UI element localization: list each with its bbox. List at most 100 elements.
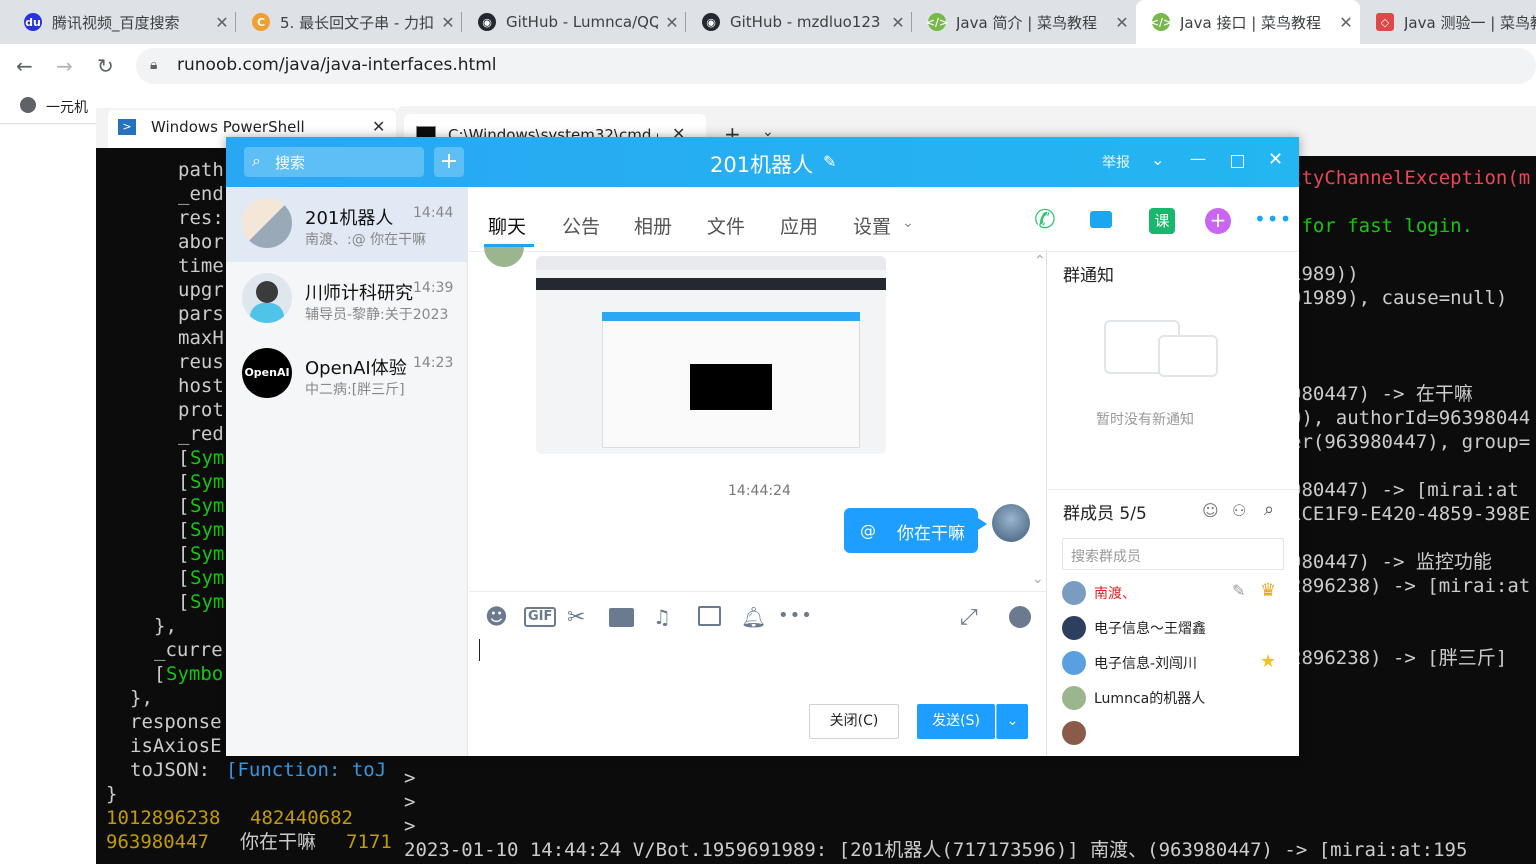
members-title: 群成员 5/5: [1063, 504, 1147, 524]
tab-settings[interactable]: 设置: [853, 212, 891, 239]
terminal-line: pars: [178, 303, 224, 325]
member-item[interactable]: 电子信息-刘闯川 ★: [1062, 651, 1292, 681]
folder-icon[interactable]: [609, 608, 634, 627]
close-tab-icon[interactable]: ✕: [1332, 13, 1360, 32]
browser-tab-7[interactable]: ◇ Java 测验一 | 菜鸟教: [1360, 0, 1536, 44]
member-item[interactable]: Lumnca的机器人: [1062, 686, 1292, 716]
tab-apps[interactable]: 应用: [780, 212, 818, 239]
gif-icon[interactable]: GIF: [524, 607, 557, 627]
forward-arrow-icon[interactable]: →: [56, 54, 73, 78]
message-text: 你在干嘛: [897, 524, 965, 544]
tab-chat[interactable]: 聊天: [488, 212, 526, 239]
bell-icon[interactable]: 🔔︎: [741, 605, 766, 629]
browser-tab-title: Java 测验一 | 菜鸟教: [1404, 13, 1536, 32]
terminal-line: 91989), cause=null): [1290, 287, 1508, 309]
notice-title: 群通知: [1063, 266, 1114, 286]
more-icon[interactable]: •••: [1254, 207, 1292, 231]
terminal-line: 980447) -> [mirai:at: [1290, 479, 1519, 501]
runoob-icon: </>: [1150, 13, 1172, 31]
reload-icon[interactable]: ↻: [97, 54, 114, 78]
more-icon[interactable]: •••: [778, 605, 813, 626]
send-button[interactable]: 发送(S): [917, 704, 995, 739]
member-item[interactable]: 电子信息～王熠鑫: [1062, 616, 1292, 646]
add-member-icon[interactable]: ⚇: [1232, 501, 1246, 520]
bookmark-item[interactable]: 一元机: [46, 97, 88, 117]
member-avatar: [1062, 721, 1086, 745]
search-icon: ⌕: [252, 151, 261, 170]
terminal-line: [: [178, 471, 190, 493]
browser-tab-4[interactable]: ◉ GitHub - mzdluo123 ✕: [686, 0, 912, 44]
minimize-icon[interactable]: —: [1190, 149, 1206, 168]
member-manage-icon[interactable]: ☺: [1202, 501, 1219, 520]
message-input[interactable]: [469, 627, 1046, 697]
browser-tab-title: Java 简介 | 菜鸟教程: [956, 13, 1098, 32]
close-tab-icon[interactable]: ✕: [884, 13, 912, 32]
member-item[interactable]: 南渡、 ✎ ♛: [1062, 580, 1292, 611]
conversation-preview: 南渡、:@ 你在干嘛: [305, 232, 427, 248]
terminal-line: }: [106, 783, 118, 805]
course-icon[interactable]: 课: [1149, 208, 1175, 234]
browser-tab-5[interactable]: </> Java 简介 | 菜鸟教程 ✕: [912, 0, 1136, 44]
close-tab-icon[interactable]: ✕: [208, 13, 236, 32]
edit-pencil-icon[interactable]: ✎: [823, 152, 836, 171]
terminal-line: },: [130, 687, 153, 709]
plus-circle-icon[interactable]: +: [1205, 208, 1231, 234]
edit-pencil-icon[interactable]: ✎: [1232, 581, 1245, 600]
member-search-input[interactable]: 搜索群成员: [1062, 538, 1284, 570]
conversation-time: 14:39: [413, 280, 454, 296]
terminal-symbol-line: Sym: [190, 495, 225, 517]
close-icon[interactable]: ✕: [1268, 149, 1283, 170]
terminal-line: response: [130, 711, 222, 733]
member-avatar: [1062, 651, 1086, 675]
collapse-down-icon[interactable]: ⌄: [1032, 571, 1044, 587]
search-icon[interactable]: ⌕: [1264, 499, 1274, 520]
member-avatar: [1062, 581, 1086, 605]
browser-tab-1[interactable]: du 腾讯视频_百度搜索 ✕: [8, 0, 236, 44]
chevron-down-icon[interactable]: ⌄: [902, 215, 914, 231]
close-button[interactable]: 关闭(C): [809, 704, 899, 739]
terminal-line: reus: [178, 351, 224, 373]
empty-notice-illustration: [1158, 335, 1218, 377]
chevron-down-icon[interactable]: ⌄: [1151, 150, 1164, 169]
image-icon[interactable]: [698, 606, 721, 626]
url-text[interactable]: runoob.com/java/java-interfaces.html: [177, 55, 496, 75]
back-arrow-icon[interactable]: ←: [16, 54, 33, 78]
terminal-line: prot: [178, 399, 224, 421]
maximize-icon[interactable]: [1231, 155, 1244, 168]
send-options-chevron-icon[interactable]: ⌄: [996, 704, 1028, 739]
terminal-line: [: [178, 543, 190, 565]
tab-album[interactable]: 相册: [634, 212, 672, 239]
terminal-line: 980447) -> 监控功能: [1290, 551, 1492, 573]
collapse-up-icon[interactable]: ⌃: [1034, 253, 1046, 269]
conversation-list: 201机器人 14:44 南渡、:@ 你在干嘛 川师计科研究 14:39 辅导员…: [226, 187, 468, 756]
close-tab-icon[interactable]: ✕: [658, 13, 686, 32]
music-icon[interactable]: ♫: [653, 605, 671, 629]
conversation-item[interactable]: OpenAI OpenAI体验 14:23 中二病:[胖三斤]: [226, 337, 468, 412]
image-message[interactable]: [536, 256, 886, 454]
add-plus-button[interactable]: +: [434, 147, 464, 177]
browser-tab-2[interactable]: C 5. 最长回文子串 - 力扣 ✕: [236, 0, 462, 44]
tab-files[interactable]: 文件: [707, 212, 745, 239]
qq-search-box[interactable]: ⌕ 搜索: [244, 147, 424, 177]
star-badge-icon: ★: [1260, 651, 1277, 672]
tab-notice[interactable]: 公告: [562, 212, 600, 239]
close-tab-icon[interactable]: ✕: [434, 13, 462, 32]
conversation-name: 川师计科研究: [305, 283, 413, 304]
phone-icon[interactable]: ✆: [1034, 205, 1056, 235]
member-item[interactable]: [1062, 721, 1292, 751]
conversation-item[interactable]: 川师计科研究 14:39 辅导员-黎静:关于2023: [226, 262, 468, 337]
history-clock-icon[interactable]: [1009, 606, 1031, 628]
my-avatar: [992, 504, 1030, 542]
conversation-item[interactable]: 201机器人 14:44 南渡、:@ 你在干嘛: [226, 187, 468, 262]
report-link[interactable]: 举报: [1102, 152, 1130, 172]
terminal-line: 7171: [346, 831, 392, 853]
terminal-symbol-line: Sym: [190, 471, 225, 493]
video-icon[interactable]: [1090, 211, 1112, 228]
close-tab-icon[interactable]: ✕: [372, 117, 385, 136]
browser-tab-3[interactable]: ◉ GitHub - Lumnca/QQ ✕: [462, 0, 686, 44]
terminal-symbol-line: Sym: [190, 543, 225, 565]
close-tab-icon[interactable]: ✕: [1108, 13, 1136, 32]
message-bubble[interactable]: @ 你在干嘛: [844, 508, 978, 553]
browser-tab-6-active[interactable]: </> Java 接口 | 菜鸟教程 ✕: [1136, 0, 1360, 44]
github-icon: ◉: [478, 13, 496, 31]
